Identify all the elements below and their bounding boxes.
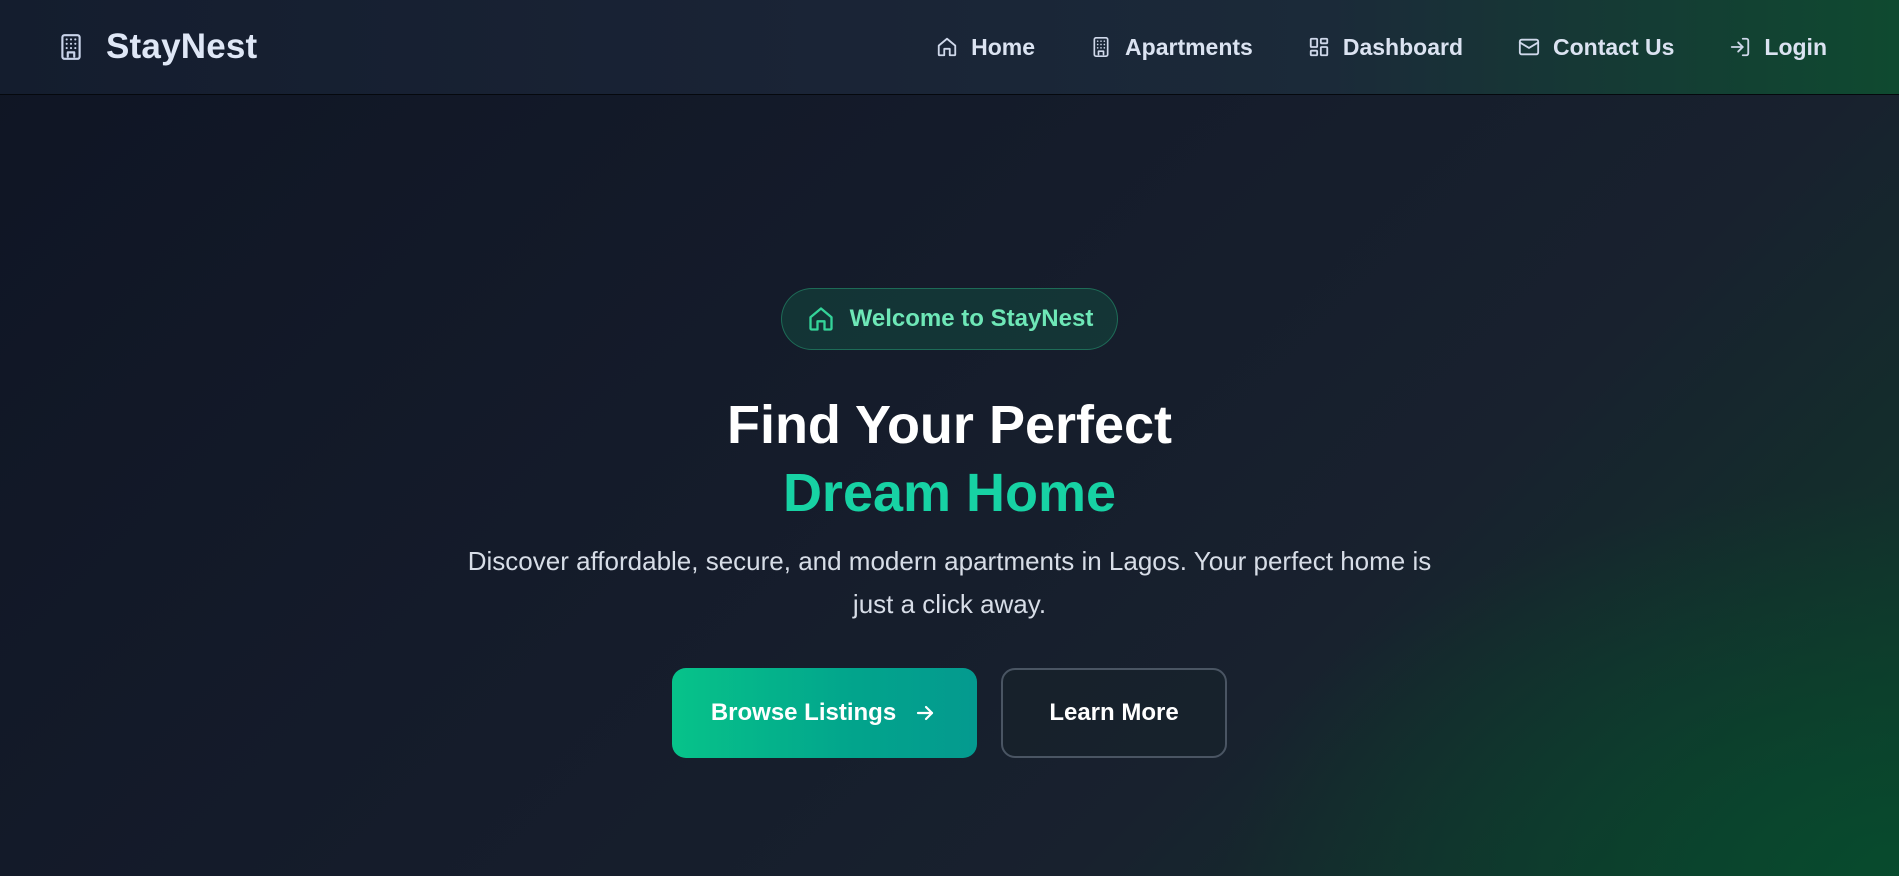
dashboard-icon — [1307, 35, 1331, 59]
learn-more-button[interactable]: Learn More — [1001, 668, 1227, 758]
hero-headline-accent: Dream Home — [782, 463, 1117, 523]
nav-item-label: Home — [971, 33, 1036, 60]
hero-section: Welcome to StayNest Find Your Perfect Dr… — [0, 95, 1899, 876]
mail-icon — [1517, 35, 1541, 59]
learn-more-label: Learn More — [1049, 699, 1179, 726]
nav-item-apartments[interactable]: Apartments — [1089, 34, 1253, 61]
navbar: StayNest Home Apartments Dashboard Conta… — [0, 0, 1899, 95]
arrow-right-icon — [912, 700, 938, 726]
hero-actions: Browse Listings Learn More — [672, 668, 1227, 758]
hero-subtitle: Discover affordable, secure, and modern … — [467, 546, 1432, 619]
nav-item-home[interactable]: Home — [935, 34, 1035, 61]
nav-links: Home Apartments Dashboard Contact Us Log… — [935, 34, 1827, 61]
brand-name: StayNest — [106, 27, 258, 66]
nav-item-login[interactable]: Login — [1728, 34, 1827, 61]
nav-item-label: Contact Us — [1553, 33, 1675, 60]
browse-listings-button[interactable]: Browse Listings — [672, 668, 977, 758]
home-icon — [806, 304, 836, 334]
nav-item-label: Dashboard — [1342, 33, 1463, 60]
nav-item-dashboard[interactable]: Dashboard — [1307, 34, 1463, 61]
building-icon — [56, 32, 86, 62]
nav-item-label: Login — [1764, 33, 1827, 60]
brand-logo[interactable]: StayNest — [56, 27, 257, 67]
nav-item-label: Apartments — [1125, 33, 1253, 60]
welcome-badge-label: Welcome to StayNest — [849, 305, 1094, 332]
hero-headline: Find Your Perfect — [726, 395, 1173, 455]
home-icon — [935, 35, 959, 59]
building-icon — [1089, 35, 1113, 59]
login-icon — [1728, 35, 1752, 59]
welcome-badge: Welcome to StayNest — [780, 288, 1119, 350]
nav-item-contact[interactable]: Contact Us — [1517, 34, 1674, 61]
browse-listings-label: Browse Listings — [710, 699, 897, 726]
